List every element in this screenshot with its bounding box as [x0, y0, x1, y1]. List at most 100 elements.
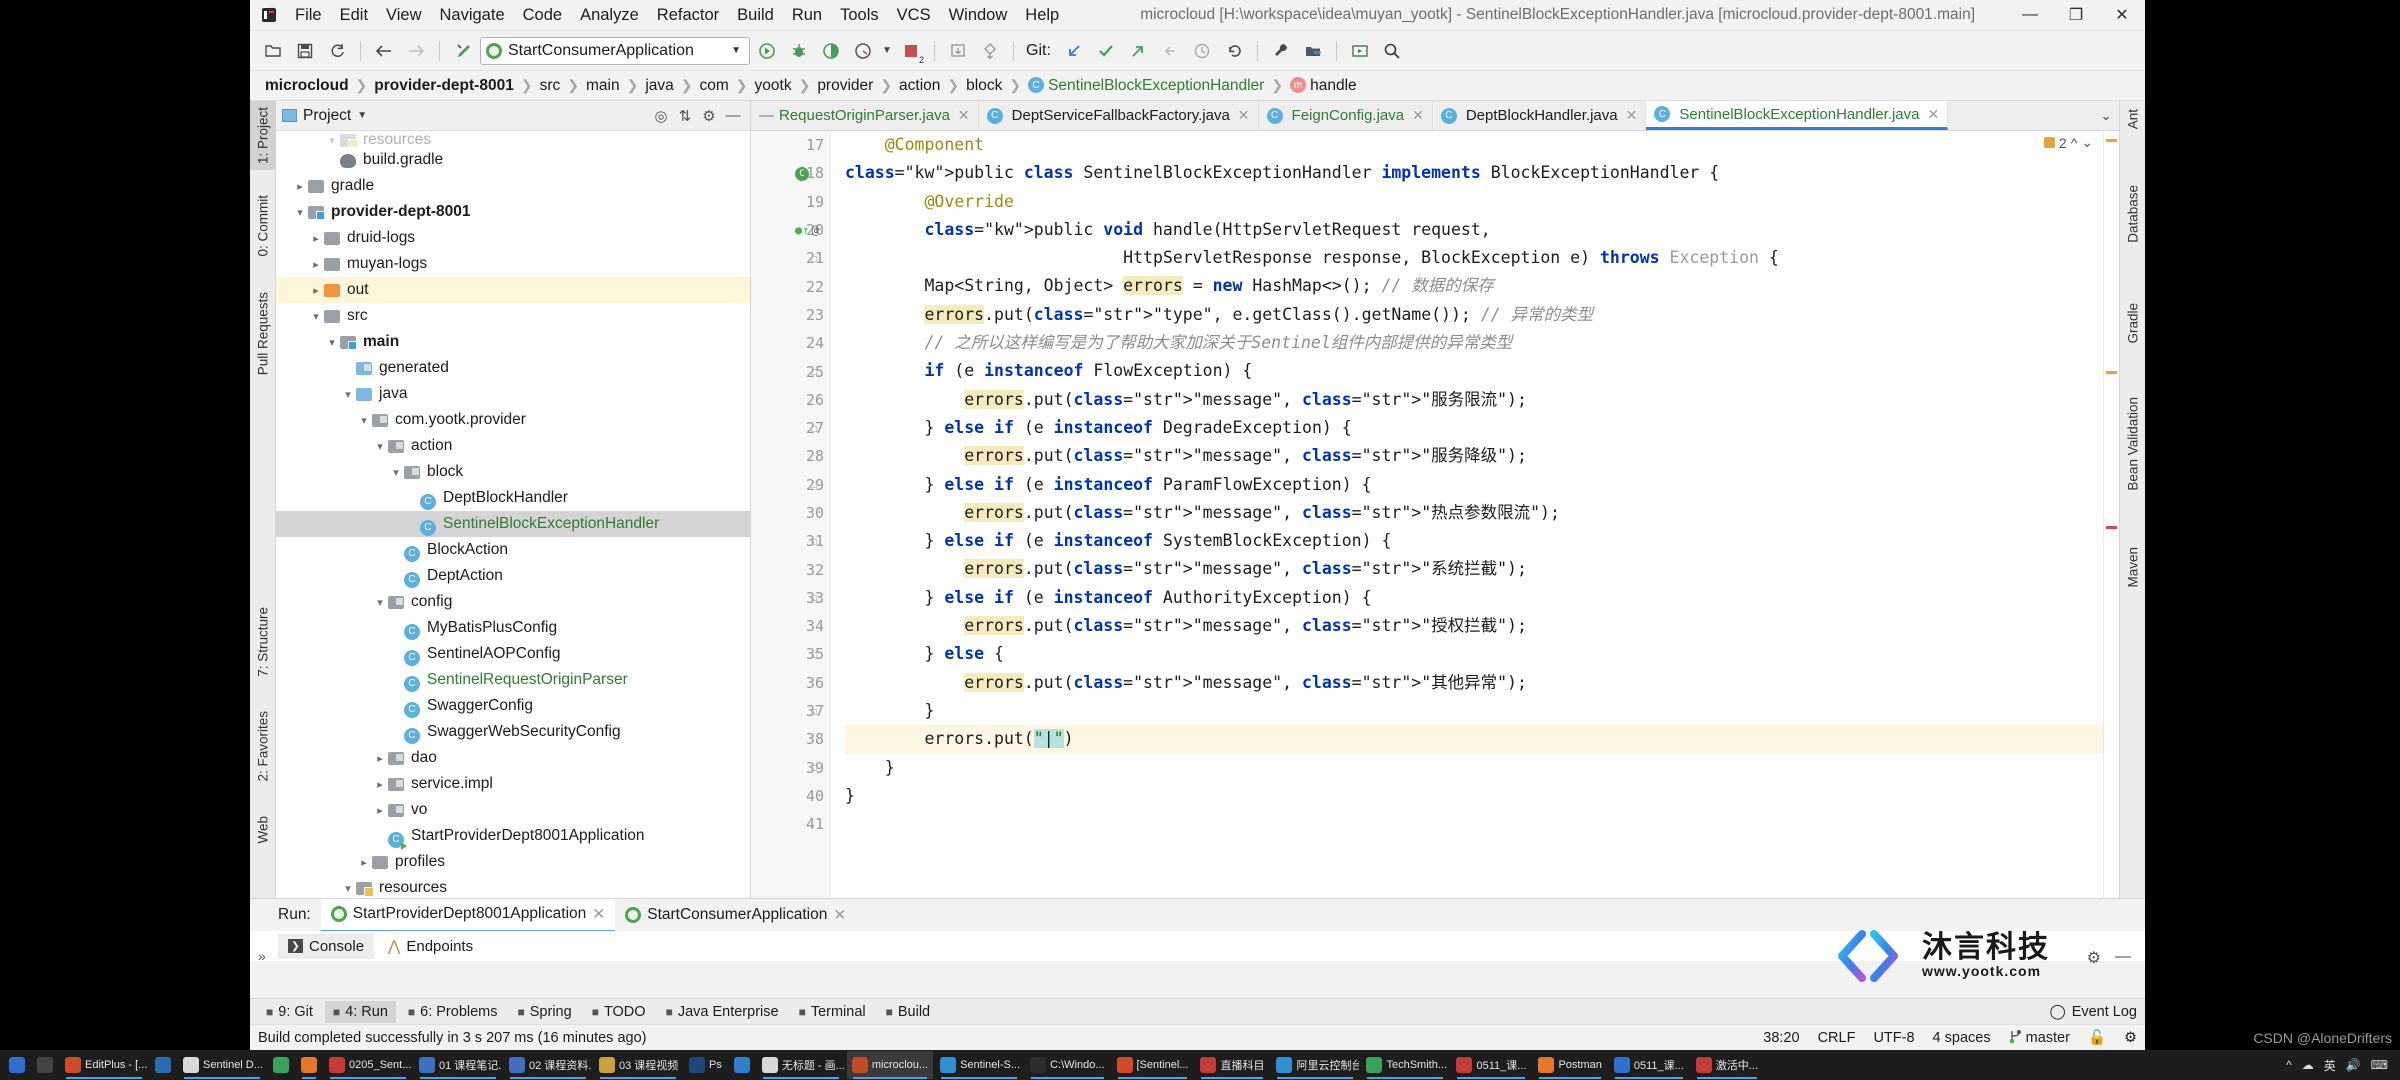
code-line-28[interactable]: errors.put(class="str">"message", class=… — [845, 442, 2103, 470]
tool-tab-ant[interactable]: Ant — [2120, 103, 2146, 135]
fold-gutter-icon[interactable]: ◻ — [811, 648, 818, 661]
editor-marker-bar[interactable] — [2103, 131, 2119, 898]
tree-twisty-icon[interactable] — [404, 516, 420, 532]
gutter-line-30[interactable]: 30 — [751, 499, 830, 527]
menu-item-run[interactable]: Run — [783, 3, 831, 28]
tree-twisty-icon[interactable] — [388, 620, 404, 636]
profile-dropdown-icon[interactable]: ▼ — [880, 36, 894, 66]
menu-item-navigate[interactable]: Navigate — [431, 3, 514, 28]
taskbar-item-9[interactable]: 02 课程资料... — [504, 1051, 592, 1079]
breadcrumb-item-action[interactable]: action — [894, 76, 945, 96]
tray-volume-icon[interactable]: 🔊 — [2346, 1058, 2361, 1072]
tool-tab-commit[interactable]: 0: Commit — [250, 189, 276, 263]
tree-node-main[interactable]: ▾ main — [276, 329, 750, 355]
menu-item-tools[interactable]: Tools — [831, 3, 888, 28]
run-tab-bar[interactable]: Run: StartProviderDept8001Application ✕ … — [250, 898, 2145, 932]
tool-window-button-java-enterprise[interactable]: ■ Java Enterprise — [658, 1001, 787, 1023]
menu-item-edit[interactable]: Edit — [331, 3, 377, 28]
tree-node-build-gradle[interactable]: build.gradle — [276, 147, 750, 173]
close-tab-icon[interactable]: ✕ — [592, 905, 605, 924]
code-line-24[interactable]: // 之所以这样编写是为了帮助大家加深关于Sentinel组件内部提供的异常类型 — [845, 329, 2103, 357]
tree-twisty-icon[interactable]: ▾ — [340, 880, 356, 896]
minimize-button[interactable]: — — [2007, 0, 2053, 31]
close-tab-icon[interactable]: ✕ — [1928, 106, 1940, 123]
windows-taskbar[interactable]: EditPlus - [... Sentinel D... 0205_Sent...… — [0, 1050, 2400, 1080]
close-tab-icon[interactable]: ✕ — [1238, 107, 1250, 124]
tree-twisty-icon[interactable] — [404, 490, 420, 506]
tree-node-resources[interactable]: ▾ resources — [276, 133, 750, 147]
taskbar-item-10[interactable]: 03 课程视频 — [594, 1051, 682, 1079]
breadcrumb-item-src[interactable]: src — [535, 76, 566, 96]
taskbar-item-18[interactable]: 直播科目 — [1195, 1051, 1269, 1079]
right-tool-strip[interactable]: Ant Database Gradle Bean Validation Mave… — [2119, 101, 2145, 898]
chevron-up-icon[interactable]: ^ — [2071, 135, 2078, 151]
tree-twisty-icon[interactable]: ▸ — [356, 854, 372, 870]
tool-tab-project[interactable]: 1: Project — [250, 101, 276, 171]
tree-node-src[interactable]: ▾ src — [276, 303, 750, 329]
taskbar-item-5[interactable] — [268, 1051, 294, 1079]
commit-icon[interactable] — [975, 36, 1005, 66]
tool-window-button-9-git[interactable]: ■ 9: Git — [258, 1001, 321, 1023]
tree-twisty-icon[interactable] — [388, 724, 404, 740]
taskbar-item-8[interactable]: 01 课程笔记... — [414, 1051, 502, 1079]
tree-node-block[interactable]: ▾ block — [276, 459, 750, 485]
fold-gutter-icon[interactable]: ◻ — [811, 705, 818, 718]
editor-gutter[interactable]: 17 C 18 19 ●↑ @20 ◻ 21 22 23 24 ◻ 25 26 ◻ 27 28 ◻ 29 30 ◻ 31 3… — [751, 131, 831, 898]
tool-tab-gradle[interactable]: Gradle — [2120, 297, 2146, 350]
taskbar-item-11[interactable]: Ps — [684, 1051, 727, 1079]
tree-twisty-icon[interactable]: ▾ — [292, 204, 308, 220]
tree-twisty-icon[interactable] — [388, 646, 404, 662]
build-project-icon[interactable] — [448, 36, 478, 66]
inspection-profile-icon[interactable]: ⚙ — [2124, 1030, 2137, 1046]
tree-node-generated[interactable]: generated — [276, 355, 750, 381]
menu-item-analyze[interactable]: Analyze — [571, 3, 648, 28]
tree-twisty-icon[interactable] — [388, 568, 404, 584]
taskbar-item-6[interactable] — [296, 1051, 322, 1079]
tree-node-startproviderdept8001application[interactable]: C StartProviderDept8001Application — [276, 823, 750, 850]
tree-twisty-icon[interactable] — [388, 542, 404, 558]
subtab-console[interactable]: ❯ Console — [278, 933, 375, 959]
profile-icon[interactable] — [848, 36, 878, 66]
tool-window-button-6-problems[interactable]: ■ 6: Problems — [400, 1001, 506, 1023]
close-tab-icon[interactable]: ✕ — [1626, 107, 1638, 124]
git-shelve-icon[interactable] — [1155, 36, 1185, 66]
code-line-32[interactable]: errors.put(class="str">"message", class=… — [845, 555, 2103, 583]
lock-icon[interactable]: 🔓 — [2088, 1029, 2106, 1046]
tree-node-com-yootk-provider[interactable]: ▾ com.yootk.provider — [276, 407, 750, 433]
tree-node-sentinelblockexceptionhandler[interactable]: C SentinelBlockExceptionHandler — [276, 511, 750, 537]
fold-gutter-icon[interactable]: ◻ — [811, 252, 818, 265]
gutter-line-36[interactable]: 36 — [751, 669, 830, 697]
system-tray[interactable]: ^ ☁ 英 🔊 ⌨ — [2286, 1057, 2396, 1074]
subtab-endpoints[interactable]: ⋀ Endpoints — [378, 933, 483, 959]
tree-twisty-icon[interactable] — [340, 360, 356, 376]
tree-twisty-icon[interactable]: ▾ — [340, 386, 356, 402]
tree-twisty-icon[interactable]: ▸ — [308, 282, 324, 298]
breadcrumb-item-class[interactable]: C SentinelBlockExceptionHandler — [1023, 76, 1269, 96]
gutter-line-20[interactable]: ●↑ @20 — [751, 216, 830, 244]
code-line-41[interactable] — [845, 810, 2103, 838]
bottom-tool-strip[interactable]: ■ 9: Git ■ 4: Run ■ 6: Problems ■ Spring ■ TODO ■ J… — [250, 998, 2145, 1024]
tree-node-blockaction[interactable]: C BlockAction — [276, 537, 750, 563]
breadcrumb-item-microcloud[interactable]: microcloud — [260, 76, 354, 96]
tree-node-out[interactable]: ▸ out — [276, 277, 750, 303]
gutter-line-28[interactable]: 28 — [751, 442, 830, 470]
chevron-down-icon-2[interactable]: ⌄ — [2081, 134, 2093, 151]
close-tab-icon-2[interactable]: ✕ — [833, 906, 846, 925]
taskbar-item-17[interactable]: [Sentinel... — [1112, 1051, 1194, 1079]
menu-item-code[interactable]: Code — [514, 3, 571, 28]
taskbar-item-12[interactable] — [729, 1051, 755, 1079]
taskbar-item-19[interactable]: 阿里云控制台... — [1271, 1051, 1359, 1079]
taskbar-item-15[interactable]: Sentinel-S... — [935, 1051, 1023, 1079]
tree-twisty-icon[interactable]: ▾ — [308, 308, 324, 324]
breadcrumb-item-main[interactable]: main — [581, 76, 625, 96]
gutter-line-29[interactable]: ◻ 29 — [751, 471, 830, 499]
tree-twisty-icon[interactable] — [324, 152, 340, 168]
tree-node-druid-logs[interactable]: ▸ druid-logs — [276, 225, 750, 251]
gutter-line-24[interactable]: 24 — [751, 329, 830, 357]
editor-tab-requestoriginparser[interactable]: — RequestOriginParser.java ✕ — [751, 101, 979, 130]
code-line-25[interactable]: if (e instanceof FlowException) { — [845, 357, 2103, 385]
gutter-line-22[interactable]: 22 — [751, 272, 830, 300]
taskbar-item-4[interactable]: Sentinel D... — [178, 1051, 266, 1079]
code-line-37[interactable]: } — [845, 697, 2103, 725]
gutter-line-39[interactable]: ◻ 39 — [751, 754, 830, 782]
